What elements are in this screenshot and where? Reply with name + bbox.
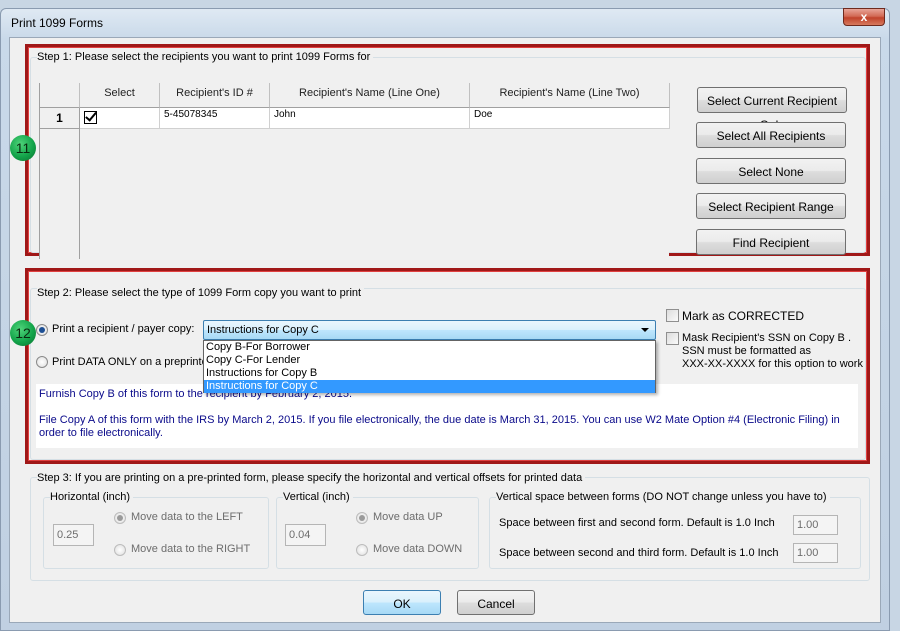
radio-move-left[interactable] <box>114 512 126 524</box>
radio-print-copy-label[interactable]: Print a recipient / payer copy: <box>52 323 194 335</box>
mark-corrected-label[interactable]: Mark as CORRECTED <box>682 309 804 323</box>
dropdown-option[interactable]: Copy C-For Lender <box>204 354 655 367</box>
horizontal-title: Horizontal (inch) <box>50 491 134 503</box>
copy-type-dropdown-list: Copy B-For Borrower Copy C-For Lender In… <box>203 340 656 393</box>
dropdown-option[interactable]: Instructions for Copy B <box>204 367 655 380</box>
select-cell[interactable] <box>80 108 160 129</box>
column-header-select[interactable]: Select <box>80 83 160 108</box>
recipient-name1-cell[interactable]: John <box>270 108 470 129</box>
column-header-name2[interactable]: Recipient's Name (Line Two) <box>470 83 670 108</box>
radio-move-down-label[interactable]: Move data DOWN <box>373 543 462 555</box>
column-header-name1[interactable]: Recipient's Name (Line One) <box>270 83 470 108</box>
vertical-title: Vertical (inch) <box>283 491 353 503</box>
radio-move-left-label[interactable]: Move data to the LEFT <box>131 511 243 523</box>
radio-move-right[interactable] <box>114 544 126 556</box>
select-none-button[interactable]: Select None <box>696 158 846 184</box>
radio-print-copy[interactable] <box>36 324 48 336</box>
title-bar: Print 1099 Forms x <box>1 8 889 37</box>
close-button[interactable]: x <box>843 8 885 26</box>
file-copy-a-text: File Copy A of this form with the IRS by… <box>39 414 840 439</box>
mask-ssn-label-line1[interactable]: Mask Recipient's SSN on Copy B . <box>682 332 851 344</box>
close-icon: x <box>860 10 868 24</box>
select-current-recipient-button[interactable]: Select Current Recipient Only <box>697 87 847 132</box>
second-third-space-input[interactable]: 1.00 <box>793 543 838 563</box>
row-header-column <box>40 129 80 259</box>
dropdown-option[interactable]: Copy B-For Borrower <box>204 341 655 354</box>
print-1099-dialog: Print 1099 Forms x Step 1: Please select… <box>0 8 890 631</box>
callout-badge-11: 11 <box>10 135 36 161</box>
select-all-recipients-button[interactable]: Select All Recipients <box>696 122 846 148</box>
dropdown-option-selected[interactable]: Instructions for Copy C <box>204 380 655 393</box>
horizontal-offset-input[interactable]: 0.25 <box>53 524 94 546</box>
first-second-space-label: Space between first and second form. Def… <box>499 517 775 529</box>
radio-print-data-only[interactable] <box>36 356 48 368</box>
spacing-title: Vertical space between forms (DO NOT cha… <box>496 491 830 503</box>
mask-ssn-label-line3: XXX-XX-XXXX for this option to work <box>682 358 863 370</box>
radio-move-right-label[interactable]: Move data to the RIGHT <box>131 543 250 555</box>
copy-type-select[interactable]: Instructions for Copy C <box>203 320 656 340</box>
second-third-space-label: Space between second and third form. Def… <box>499 547 779 559</box>
step1-title: Step 1: Please select the recipients you… <box>37 51 374 63</box>
callout-badge-12: 12 <box>10 320 36 346</box>
grid-corner <box>40 83 80 108</box>
radio-move-down[interactable] <box>356 544 368 556</box>
radio-move-up-label[interactable]: Move data UP <box>373 511 443 523</box>
recipient-id-cell[interactable]: 5-45078345 <box>160 108 270 129</box>
copy-type-select-value: Instructions for Copy C <box>207 324 319 336</box>
recipients-grid: Select Recipient's ID # Recipient's Name… <box>39 83 670 259</box>
chevron-down-icon[interactable] <box>641 328 649 332</box>
row-number[interactable]: 1 <box>40 108 80 129</box>
recipient-name2-cell[interactable]: Doe <box>470 108 670 129</box>
radio-print-data-only-label[interactable]: Print DATA ONLY on a preprinted form <box>52 356 204 368</box>
filing-instructions-text: Furnish Copy B of this form to the recip… <box>36 384 858 448</box>
find-recipient-button[interactable]: Find Recipient <box>696 229 846 255</box>
mask-ssn-checkbox[interactable] <box>666 332 679 345</box>
mark-corrected-checkbox[interactable] <box>666 309 679 322</box>
first-second-space-input[interactable]: 1.00 <box>793 515 838 535</box>
dialog-client: Step 1: Please select the recipients you… <box>9 37 881 623</box>
column-header-id[interactable]: Recipient's ID # <box>160 83 270 108</box>
select-checkbox[interactable] <box>84 111 97 124</box>
radio-move-up[interactable] <box>356 512 368 524</box>
vertical-offset-input[interactable]: 0.04 <box>285 524 326 546</box>
mask-ssn-label-line2: SSN must be formatted as <box>682 345 811 357</box>
step3-title: Step 3: If you are printing on a pre-pri… <box>37 472 586 484</box>
step2-title: Step 2: Please select the type of 1099 F… <box>37 287 365 299</box>
ok-button[interactable]: OK <box>363 590 441 615</box>
window-title: Print 1099 Forms <box>11 16 104 30</box>
select-recipient-range-button[interactable]: Select Recipient Range <box>696 193 846 219</box>
cancel-button[interactable]: Cancel <box>457 590 535 615</box>
